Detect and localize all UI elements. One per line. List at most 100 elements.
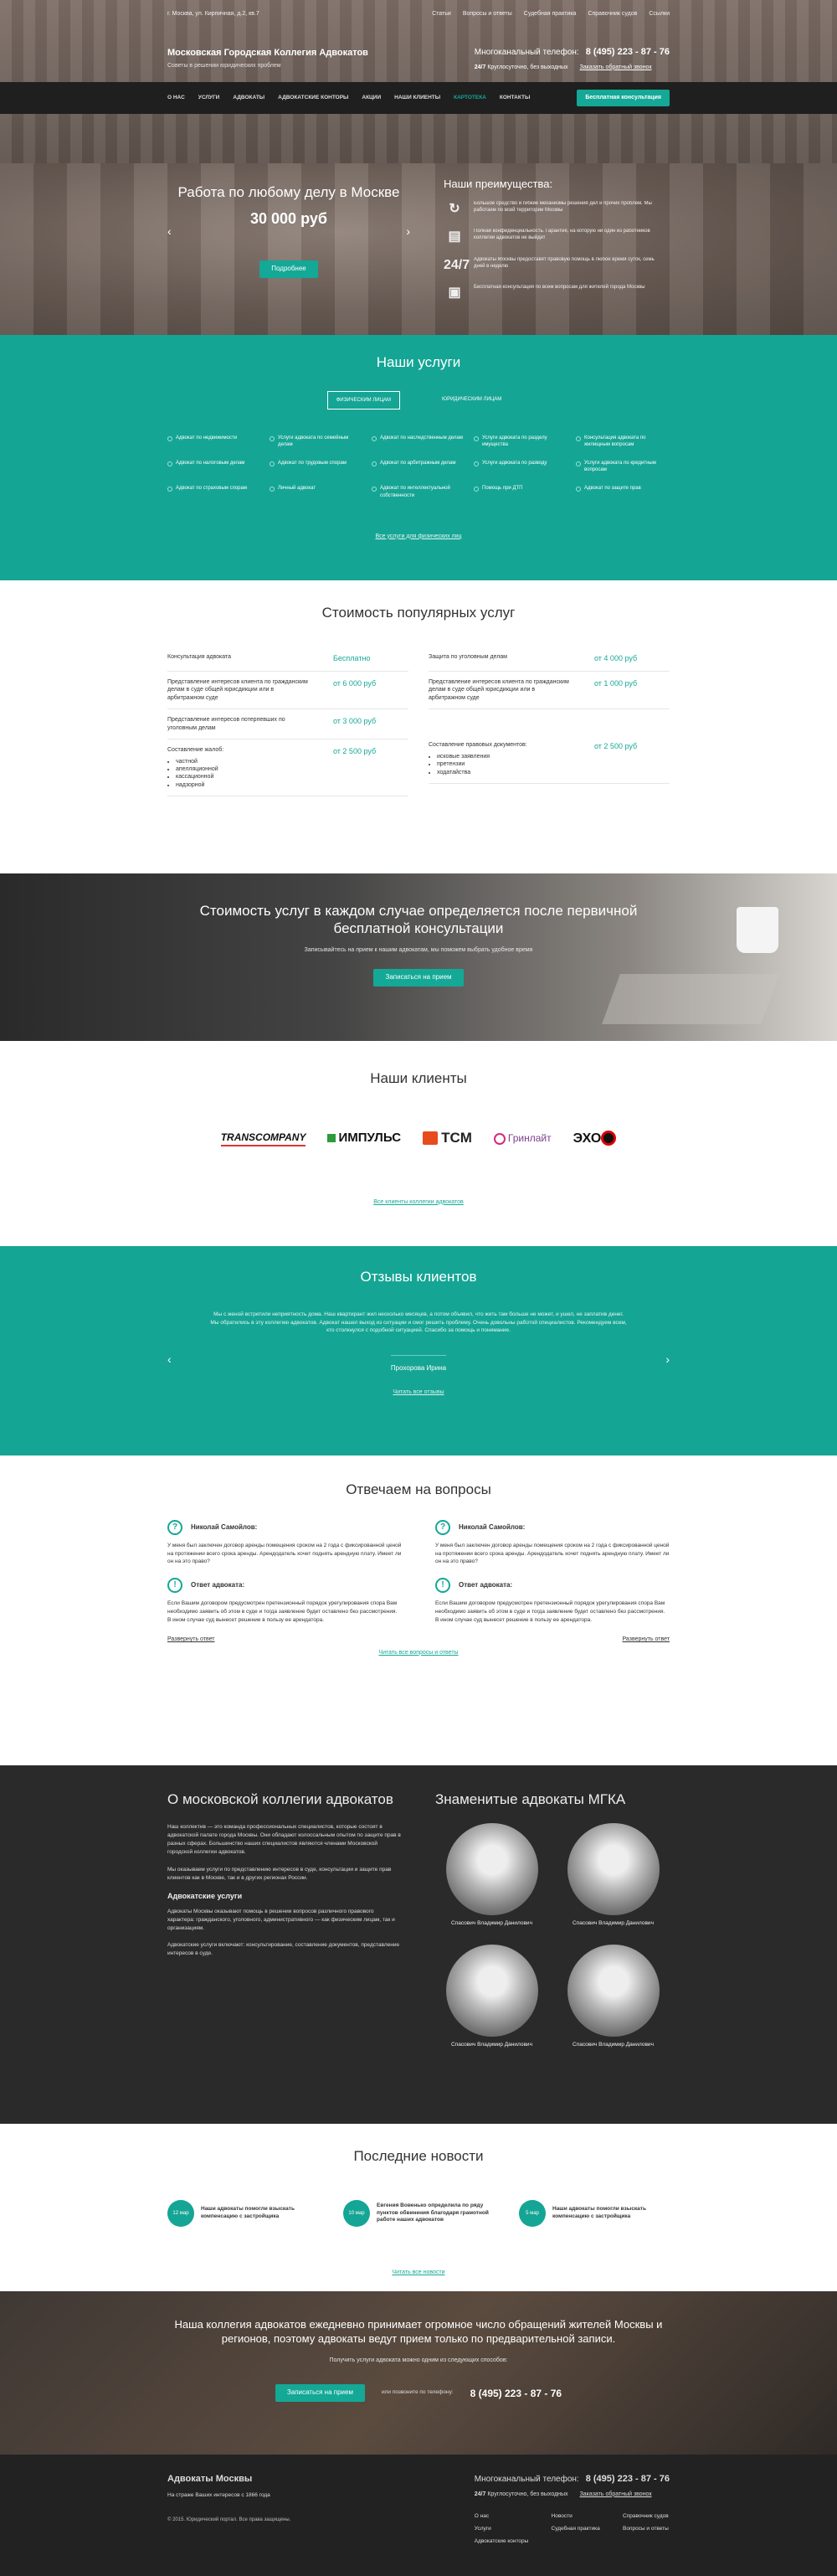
lawyer-card[interactable]: Спасович Владимир Данилович (557, 1945, 670, 2049)
expand-answer-link[interactable]: Развернуть ответ (435, 1636, 670, 1643)
service-link[interactable]: Адвокат по налоговым делам (167, 460, 261, 473)
tab-companies[interactable]: ЮРИДИЧЕСКИМ ЛИЦАМ (434, 391, 510, 410)
qa-item: ? Николай Самойлов: У меня был заключен д… (167, 1519, 402, 1644)
footer-link[interactable]: Новости (552, 2513, 601, 2521)
lawyer-name: Спасович Владимир Данилович (451, 1920, 532, 1927)
nav-services[interactable]: УСЛУГИ (198, 95, 220, 102)
top-link-qa[interactable]: Вопросы и ответы (463, 10, 512, 18)
about-subtitle: Адвокатские услуги (167, 1891, 243, 1900)
footer-link[interactable]: Вопросы и ответы (623, 2526, 670, 2533)
reviews-next-icon[interactable]: › (665, 1352, 670, 1368)
slider-prev-icon[interactable]: ‹ (167, 224, 172, 240)
nav-clients[interactable]: НАШИ КЛИЕНТЫ (394, 95, 440, 102)
clients-title: Наши клиенты (370, 1070, 467, 1086)
slider-next-icon[interactable]: › (406, 224, 410, 240)
nav-contacts[interactable]: КОНТАКТЫ (500, 95, 530, 102)
service-link[interactable]: Адвокат по недвижимости (167, 435, 261, 448)
lawyer-card[interactable]: Спасович Владимир Данилович (435, 1823, 548, 1928)
tcm-logo[interactable]: TCM (423, 1129, 472, 1148)
lawyers-column: Знаменитые адвокаты МГКА Спасович Владим… (435, 1790, 670, 2049)
list-item: кассационной (176, 773, 310, 781)
hero-more-button[interactable]: Подробнее (259, 260, 318, 279)
free-consultation-button[interactable]: Бесплатная консультация (577, 90, 670, 106)
nav-offices[interactable]: АДВОКАТСКИЕ КОНТОРЫ (278, 95, 348, 102)
service-link[interactable]: Адвокат по трудовым спорам (270, 460, 363, 473)
news-date: 10 мар (343, 2199, 370, 2227)
nav-about[interactable]: О НАС (167, 95, 185, 102)
footer-link[interactable]: О нас (475, 2513, 530, 2521)
impuls-logo[interactable]: ИМПУЛЬС (327, 1130, 401, 1146)
question-icon: ? (167, 1519, 182, 1535)
qa-title: Отвечаем на вопросы (346, 1481, 491, 1497)
service-link[interactable]: Услуги адвоката по семейным делам (270, 435, 363, 448)
tab-individuals[interactable]: ФИЗИЧЕСКИМ ЛИЦАМ (326, 390, 401, 410)
news-date: 12 мар (167, 2199, 194, 2227)
all-services-link[interactable]: Все услуги для физических лиц (167, 533, 670, 540)
list-item: претензии (437, 760, 571, 768)
footer-phone[interactable]: 8 (495) 223 - 87 - 76 (586, 2473, 670, 2486)
cta-phone[interactable]: 8 (495) 223 - 87 - 76 (470, 2387, 562, 2400)
service-link[interactable]: Личный адвокат (270, 485, 363, 498)
footer-subtitle: На страже Ваших интересов с 1866 года (167, 2491, 270, 2498)
service-link[interactable]: Адвокат по страховым спорам (167, 485, 261, 498)
brand-row: Московская Городская Коллегия Адвокатов … (167, 28, 670, 89)
top-link-links[interactable]: Ссылки (649, 10, 670, 18)
footer-link[interactable]: Адвокатские конторы (475, 2538, 530, 2546)
service-link[interactable]: Консультация адвоката по жилищным вопрос… (576, 435, 670, 448)
service-link[interactable]: Услуги адвоката по разводу (474, 460, 567, 473)
service-link[interactable]: Адвокат по арбитражным делам (372, 460, 465, 473)
advantage-item: ▣ Бесплатная консультация по всем вопроса… (444, 284, 661, 302)
reviews-prev-icon[interactable]: ‹ (167, 1352, 172, 1368)
impuls-mark-icon (327, 1134, 336, 1143)
service-link[interactable]: Помощь при ДТП (474, 485, 567, 498)
footer-link[interactable]: Услуги (475, 2526, 530, 2533)
callback-link[interactable]: Заказать обратный звонок (580, 64, 652, 71)
top-link-practice[interactable]: Судебная практика (524, 10, 577, 18)
all-reviews-link[interactable]: Читать все отзывы (167, 1388, 670, 1396)
service-link[interactable]: Адвокат по защите прав (576, 485, 670, 498)
service-link[interactable]: Услуги адвоката по кредитным вопросам (576, 460, 670, 473)
service-link[interactable]: Адвокат по наследственным делам (372, 435, 465, 448)
grinlight-logo[interactable]: Гринлайт (493, 1131, 552, 1146)
price-name: Составление правовых документов: (429, 742, 527, 749)
cta-title: Наша коллегия адвокатов ежедневно приним… (174, 2318, 663, 2345)
footer-links: О нас Новости Справочник судов Услуги Су… (475, 2513, 670, 2545)
nav-lawyers[interactable]: АДВОКАТЫ (233, 95, 264, 102)
all-news-link[interactable]: Читать все новости (167, 2269, 670, 2276)
price-value: от 4 000 руб (594, 653, 638, 662)
expand-answer-link[interactable]: Развернуть ответ (167, 1636, 402, 1643)
brand[interactable]: Московская Городская Коллегия Адвокатов … (167, 47, 368, 70)
price-name: Консультация адвоката (167, 653, 232, 660)
cta-appointment-button[interactable]: Записаться на прием (275, 2384, 365, 2403)
news-item[interactable]: 10 мар Евгения Вовенько определила по ряд… (343, 2199, 494, 2227)
list-item: ходатайства (437, 769, 571, 776)
site-header: г. Москва, ул. Кирпичная, д.2, кв.7 Стат… (0, 0, 837, 163)
service-link[interactable]: Услуги адвоката по разделу имущества (474, 435, 567, 448)
nav-promo[interactable]: АКЦИИ (362, 95, 381, 102)
advantages-title: Наши преимущества: (444, 178, 553, 190)
about-title: О московской коллегии адвокатов (167, 1791, 393, 1807)
news-item[interactable]: 12 мар Наши адвокаты помогли взыскать ком… (167, 2199, 318, 2227)
transcompany-logo[interactable]: TRANSCOMPANY (220, 1131, 306, 1146)
footer-title: Адвокаты Москвы (167, 2474, 253, 2484)
review-text: Мы с женой встретили неприятность дома. … (210, 1311, 627, 1334)
echo-logo[interactable]: ЭХО (573, 1130, 617, 1148)
advantage-item: ▤ Полная конфиденциальность. Гарантия, на… (444, 228, 661, 246)
footer-link[interactable]: Судебная практика (552, 2526, 601, 2533)
top-link-courts[interactable]: Справочник судов (588, 10, 637, 18)
nav-cards[interactable]: КАРТОТЕКА (454, 95, 486, 102)
qa-section: Отвечаем на вопросы ? Николай Самойлов: У… (0, 1455, 837, 1765)
lawyer-card[interactable]: Спасович Владимир Данилович (557, 1823, 670, 1928)
lawyer-card[interactable]: Спасович Владимир Данилович (435, 1945, 548, 2049)
answer-text: Если Вашим договором предусмотрен претен… (167, 1600, 398, 1623)
phone-number[interactable]: 8 (495) 223 - 87 - 76 (586, 46, 670, 59)
appointment-button[interactable]: Записаться на прием (373, 968, 464, 987)
footer-link[interactable]: Справочник судов (623, 2513, 670, 2521)
top-link-articles[interactable]: Статьи (432, 10, 451, 18)
all-clients-link[interactable]: Все клиенты коллегии адвокатов (167, 1198, 670, 1206)
advantage-text: Большое средство и гибкие механизмы реше… (474, 200, 652, 213)
news-item[interactable]: 5 мар Наши адвокаты помогли взыскать комп… (519, 2199, 670, 2227)
service-link[interactable]: Адвокат по интеллектуальной собственност… (372, 485, 465, 498)
footer-callback-link[interactable]: Заказать обратный звонок (580, 2491, 652, 2498)
all-questions-link[interactable]: Читать все вопросы и ответы (167, 1649, 670, 1656)
